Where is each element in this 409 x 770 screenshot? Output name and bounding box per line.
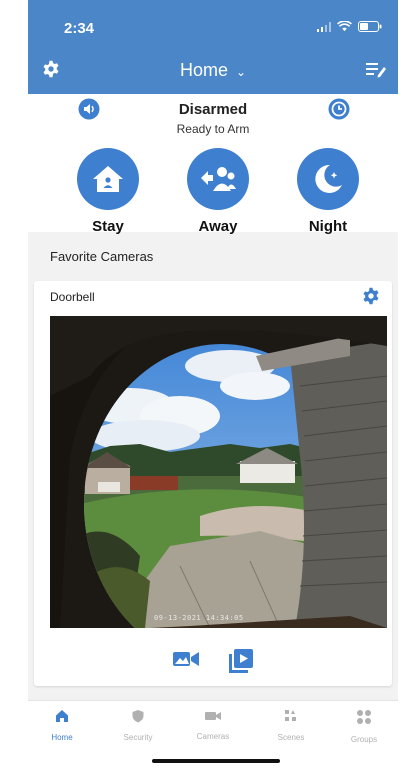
away-circle	[187, 148, 249, 210]
status-time: 2:34	[64, 20, 95, 37]
camera-timestamp: 09-13-2021 14:34:05	[154, 614, 244, 622]
tab-label: Groups	[350, 735, 378, 744]
tab-label: Security	[123, 733, 153, 742]
tab-groups[interactable]: Groups	[334, 709, 394, 744]
tab-scenes[interactable]: Scenes	[261, 709, 321, 742]
clock-icon[interactable]	[328, 98, 350, 125]
chevron-down-icon: ⌄	[235, 65, 247, 79]
camera-settings-gear-icon[interactable]	[362, 287, 380, 310]
arm-stay-button[interactable]: Stay	[68, 148, 148, 235]
night-label: Night	[308, 218, 348, 235]
camera-name: Doorbell	[50, 290, 95, 304]
battery-icon	[358, 21, 382, 32]
tab-home[interactable]: Home	[32, 709, 92, 742]
away-label: Away	[198, 218, 238, 235]
camera-card: Doorbell 09-13-2021 14:34:05	[34, 281, 392, 686]
groups-icon	[357, 710, 371, 724]
security-panel: Disarmed Ready to Arm Stay Away Night	[28, 94, 398, 235]
stay-circle	[77, 148, 139, 210]
location-selector[interactable]: Home ⌄	[28, 60, 398, 81]
people-icon	[201, 167, 236, 191]
tab-label: Home	[51, 733, 73, 742]
arm-night-button[interactable]: Night	[288, 148, 368, 235]
shield-icon	[132, 710, 144, 723]
signal-icon	[317, 21, 331, 32]
tab-label: Cameras	[196, 732, 230, 741]
home-icon	[56, 710, 68, 722]
scenes-icon	[285, 710, 296, 721]
favorite-cameras-heading: Favorite Cameras	[50, 249, 154, 264]
tab-cameras[interactable]: Cameras	[183, 709, 243, 741]
camera-icon	[205, 712, 221, 720]
camera-feed[interactable]: 09-13-2021 14:34:05	[50, 316, 387, 628]
status-icons	[317, 21, 382, 32]
camera-actions	[34, 649, 392, 678]
doorbell-camera-image	[50, 316, 387, 628]
arm-away-button[interactable]: Away	[178, 148, 258, 235]
list-edit-icon[interactable]	[366, 60, 386, 83]
tab-label: Scenes	[277, 733, 305, 742]
home-icon	[93, 166, 123, 192]
page-title: Home	[179, 60, 228, 80]
video-clips-icon[interactable]	[229, 649, 253, 678]
stay-label: Stay	[92, 218, 124, 235]
home-indicator	[152, 759, 280, 763]
header: 2:34 Home ⌄	[28, 0, 398, 94]
live-video-icon[interactable]	[173, 649, 199, 678]
wifi-icon	[337, 21, 352, 32]
moon-icon	[315, 164, 342, 193]
tab-security[interactable]: Security	[108, 709, 168, 742]
night-circle	[297, 148, 359, 210]
app-screen: 2:34 Home ⌄ Disarmed Ready to Arm Stay A…	[28, 0, 398, 770]
